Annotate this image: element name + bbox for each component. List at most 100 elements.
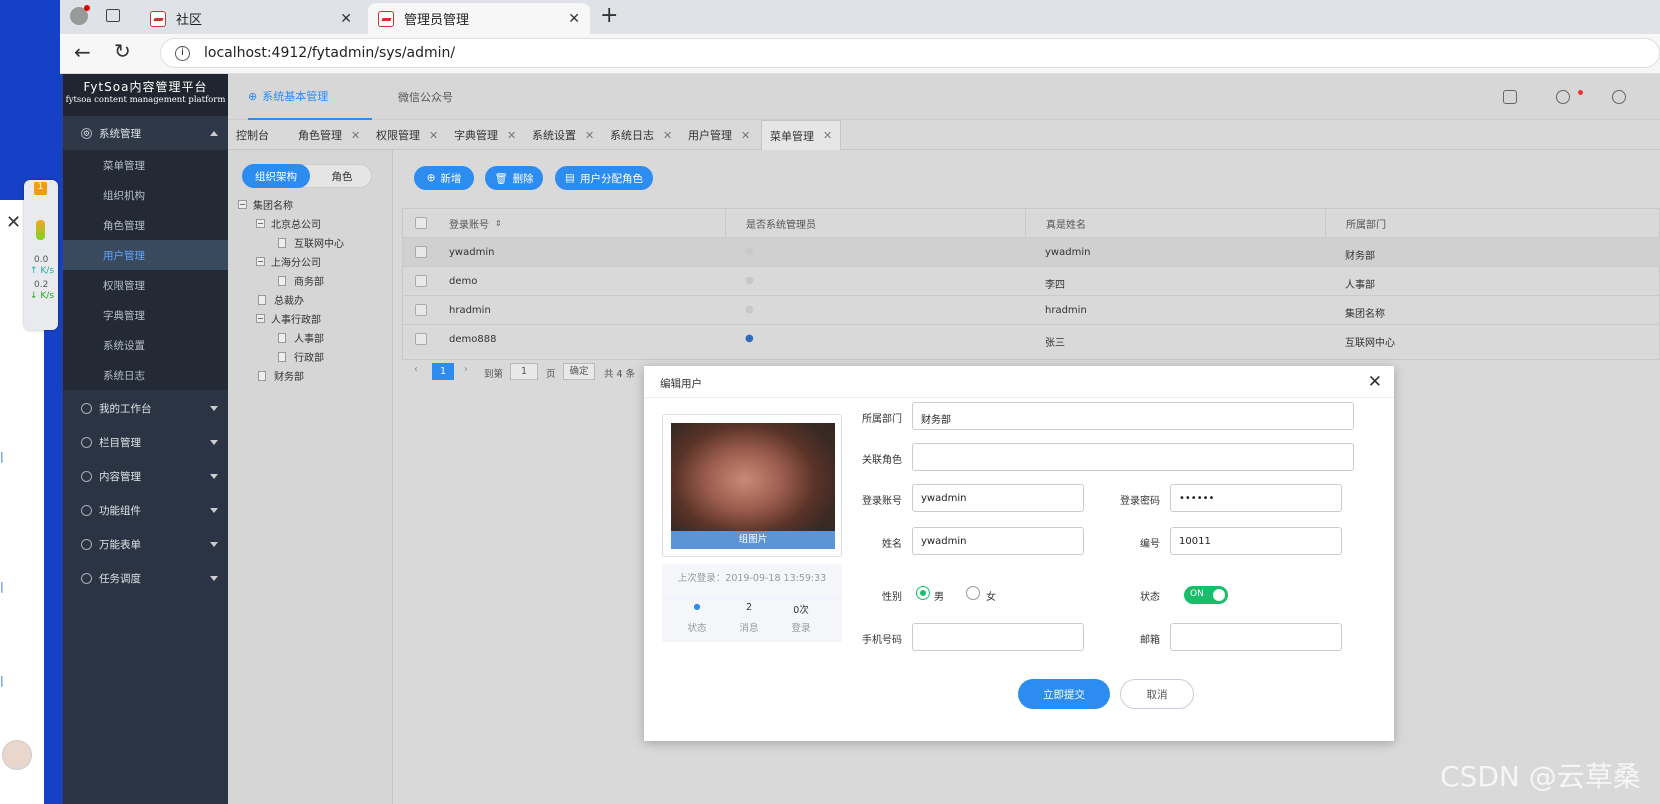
menu-group-system[interactable]: ⚙ 系统管理 — [63, 116, 228, 150]
page-tab-users[interactable]: 用户管理 ✕ — [680, 120, 758, 150]
table-row[interactable]: ywadmin ● ywadmin 财务部 — [403, 237, 1660, 267]
add-button[interactable]: ⊕ 新增 — [414, 166, 474, 190]
close-tab-icon[interactable]: ✕ — [568, 11, 580, 27]
palette-icon[interactable] — [1612, 90, 1626, 104]
segment-org[interactable]: 组织架构 — [242, 164, 310, 188]
collapse-icon[interactable]: − — [256, 219, 265, 228]
close-icon[interactable]: ✕ — [663, 129, 672, 142]
menu-group-column[interactable]: 栏目管理 — [63, 425, 228, 459]
page-number[interactable]: 1 — [432, 363, 454, 380]
sidebar-item-settings[interactable]: 系统设置 — [63, 330, 228, 360]
name-field[interactable]: ywadmin — [912, 527, 1084, 555]
phone-field[interactable] — [912, 623, 1084, 651]
prev-page-icon[interactable]: ‹ — [414, 364, 418, 375]
tree-node[interactable]: 人事部 — [278, 330, 324, 345]
avatar[interactable] — [2, 740, 32, 770]
table-row[interactable]: demo888 ● 张三 互联网中心 — [403, 324, 1660, 354]
dept-field[interactable]: 财务部 — [912, 402, 1354, 430]
page-tab-label: 字典管理 — [454, 129, 498, 142]
table-row[interactable]: hradmin ● hradmin 集团名称 — [403, 295, 1660, 325]
page-tab-settings[interactable]: 系统设置 ✕ — [524, 120, 602, 150]
collapse-icon[interactable]: − — [256, 257, 265, 266]
gender-female-radio[interactable] — [966, 586, 980, 600]
photo-caption[interactable]: 组图片 — [671, 531, 835, 549]
tree-node[interactable]: − 人事行政部 — [256, 311, 321, 326]
gender-male-radio[interactable] — [916, 586, 930, 600]
tree-node[interactable]: 商务部 — [278, 273, 324, 288]
tree-node[interactable]: 总裁办 — [258, 292, 304, 307]
url-field[interactable]: i localhost:4912/fytadmin/sys/admin/ — [160, 38, 1660, 68]
row-checkbox[interactable] — [415, 275, 427, 287]
reload-icon[interactable]: ↻ — [114, 39, 131, 63]
tree-node[interactable]: − 集团名称 — [238, 197, 293, 212]
row-checkbox[interactable] — [415, 304, 427, 316]
submit-button[interactable]: 立即提交 — [1018, 679, 1110, 709]
page-tab-permission[interactable]: 权限管理 ✕ — [368, 120, 446, 150]
menu-group-content[interactable]: 内容管理 — [63, 459, 228, 493]
page-tab-logs[interactable]: 系统日志 ✕ — [602, 120, 680, 150]
tree-node[interactable]: − 北京总公司 — [256, 216, 321, 231]
number-field[interactable]: 10011 — [1170, 527, 1342, 555]
select-all-checkbox[interactable] — [415, 217, 427, 229]
page-tab-menu[interactable]: 菜单管理 ✕ — [761, 120, 842, 150]
goto-page-input[interactable]: 1 — [510, 363, 538, 380]
back-icon[interactable]: ← — [74, 40, 91, 64]
page-tab-role[interactable]: 角色管理 ✕ — [290, 120, 368, 150]
close-icon[interactable]: ✕ — [823, 129, 832, 142]
home-icon[interactable] — [1503, 90, 1517, 104]
close-icon[interactable]: ✕ — [1368, 372, 1382, 392]
cancel-button[interactable]: 取消 — [1120, 679, 1194, 709]
menu-group-workbench[interactable]: 我的工作台 — [63, 391, 228, 425]
profile-icon[interactable] — [70, 5, 90, 25]
sidebar-item-dictionary[interactable]: 字典管理 — [63, 300, 228, 330]
collapse-icon[interactable]: − — [256, 314, 265, 323]
collapse-icon[interactable]: − — [238, 200, 247, 209]
segment-role[interactable]: 角色 — [314, 164, 370, 188]
assign-role-button[interactable]: ▤ 用户分配角色 — [555, 166, 653, 190]
sidebar-item-role[interactable]: 角色管理 — [63, 210, 228, 240]
table-row[interactable]: demo ● 李四 人事部 — [403, 266, 1660, 296]
role-field[interactable] — [912, 443, 1354, 471]
email-field[interactable] — [1170, 623, 1342, 651]
tree-node[interactable]: 互联网中心 — [278, 235, 344, 250]
menu-group-tasks[interactable]: 任务调度 — [63, 561, 228, 595]
new-tab-button[interactable]: + — [600, 3, 618, 28]
sidebar-item-org[interactable]: 组织机构 — [63, 180, 228, 210]
close-icon[interactable]: ✕ — [507, 129, 516, 142]
message-icon[interactable] — [1556, 90, 1570, 104]
delete-button[interactable]: 🗑 删除 — [485, 166, 543, 190]
tree-node[interactable]: − 上海分公司 — [256, 254, 321, 269]
row-checkbox[interactable] — [415, 333, 427, 345]
page-tab-console[interactable]: 控制台 — [228, 120, 277, 150]
menu-group-components[interactable]: 功能组件 — [63, 493, 228, 527]
tab-wechat[interactable]: 微信公众号 — [398, 74, 453, 120]
page-tab-dictionary[interactable]: 字典管理 ✕ — [446, 120, 524, 150]
account-field[interactable]: ywadmin — [912, 484, 1084, 512]
close-icon[interactable]: ✕ — [351, 129, 360, 142]
row-checkbox[interactable] — [415, 246, 427, 258]
tree-node[interactable]: 行政部 — [278, 349, 324, 364]
next-page-icon[interactable]: › — [464, 364, 468, 375]
browser-tab-community[interactable]: 社区 ✕ — [140, 3, 362, 34]
menu-group-forms[interactable]: 万能表单 — [63, 527, 228, 561]
info-icon[interactable]: i — [175, 45, 190, 61]
tree-node[interactable]: 财务部 — [258, 368, 304, 383]
confirm-page-button[interactable]: 确定 — [563, 363, 595, 380]
status-toggle[interactable]: ON — [1184, 586, 1228, 604]
browser-tab-admin[interactable]: 管理员管理 ✕ — [368, 3, 590, 34]
close-icon[interactable]: ✕ — [741, 129, 750, 142]
sidebar-item-users[interactable]: 用户管理 — [63, 240, 228, 270]
close-icon[interactable]: ✕ — [6, 212, 21, 233]
tab-actions-icon[interactable] — [106, 9, 120, 22]
tab-system-basic[interactable]: ⊕ 系统基本管理 — [248, 74, 372, 120]
close-tab-icon[interactable]: ✕ — [340, 11, 352, 27]
password-field[interactable]: •••••• — [1170, 484, 1342, 512]
sidebar-item-menu[interactable]: 菜单管理 — [63, 150, 228, 180]
page-tab-label: 用户管理 — [688, 129, 732, 142]
column-header[interactable]: 登录账号 ⇕ — [449, 209, 502, 237]
close-icon[interactable]: ✕ — [429, 129, 438, 142]
close-icon[interactable]: ✕ — [585, 129, 594, 142]
sort-icon[interactable]: ⇕ — [495, 219, 502, 228]
sidebar-item-logs[interactable]: 系统日志 — [63, 360, 228, 390]
sidebar-item-permissions[interactable]: 权限管理 — [63, 270, 228, 300]
